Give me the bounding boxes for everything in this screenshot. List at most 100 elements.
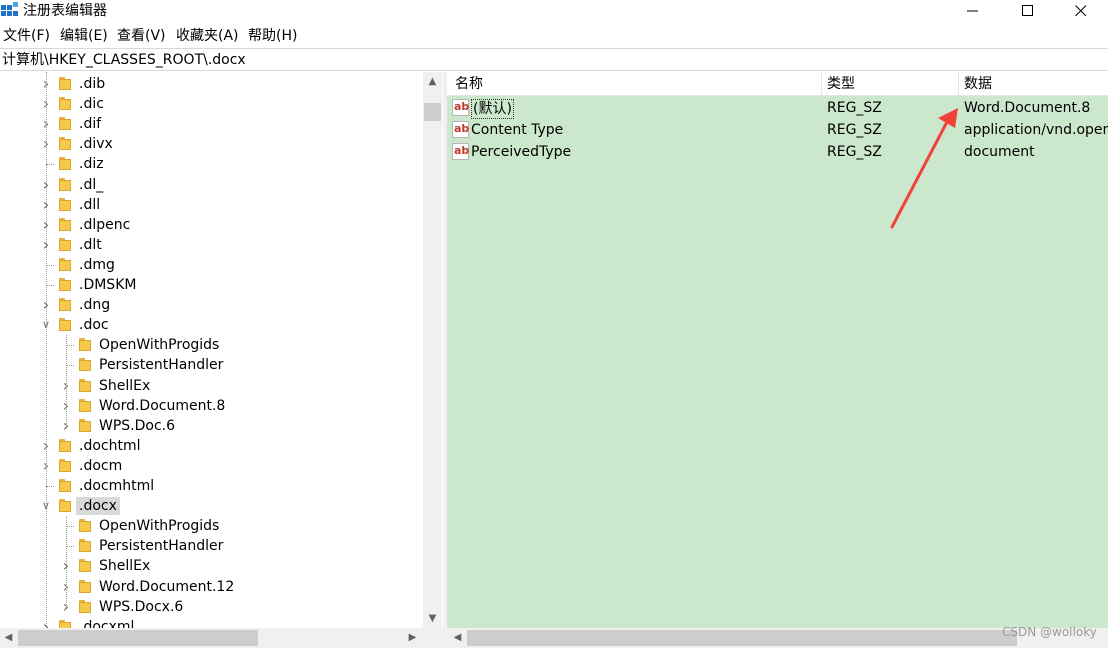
minimize-button[interactable] xyxy=(950,0,996,22)
tree-item[interactable]: PersistentHandler xyxy=(0,536,422,556)
value-row[interactable]: ab PerceivedType REG_SZ document xyxy=(447,141,1108,163)
tree-item-label[interactable]: .dng xyxy=(76,296,113,314)
tree-item-label[interactable]: .dochtml xyxy=(76,437,144,455)
tree-item[interactable]: › .dif xyxy=(0,114,422,134)
column-type-header[interactable]: 类型 xyxy=(827,76,855,93)
value-type: REG_SZ xyxy=(827,144,882,160)
value-row[interactable]: ab Content Type REG_SZ application/vnd.open… xyxy=(447,119,1108,141)
tree-item[interactable]: › Word.Document.8 xyxy=(0,396,422,416)
tree-item[interactable]: .docmhtml xyxy=(0,476,422,496)
tree-connector xyxy=(66,526,74,528)
menu-bar: 文件(F) 编辑(E) 查看(V) 收藏夹(A) 帮助(H) xyxy=(0,26,1108,46)
close-button[interactable] xyxy=(1058,0,1104,22)
tree-vertical-scrollbar[interactable]: ▲ ▼ xyxy=(423,72,442,628)
tree-item[interactable]: › WPS.Doc.6 xyxy=(0,416,422,436)
tree-item-label[interactable]: .doc xyxy=(76,316,112,334)
tree-item[interactable]: .DMSKM xyxy=(0,275,422,295)
tree-hscroll-thumb[interactable] xyxy=(18,630,258,646)
tree-item-label[interactable]: .docm xyxy=(76,457,125,475)
folder-icon xyxy=(79,398,93,412)
address-path[interactable]: 计算机\HKEY_CLASSES_ROOT\.docx xyxy=(2,52,246,69)
tree-item[interactable]: .dmg xyxy=(0,255,422,275)
tree-connector xyxy=(46,164,54,166)
string-value-icon: ab xyxy=(452,121,469,138)
tree-item-label[interactable]: .DMSKM xyxy=(76,276,139,294)
tree-item-label[interactable]: OpenWithProgids xyxy=(96,336,222,354)
tree-item[interactable]: › .dochtml xyxy=(0,436,422,456)
tree-item-label[interactable]: .docmhtml xyxy=(76,477,157,495)
tree-item[interactable]: › ShellEx xyxy=(0,556,422,576)
menu-file[interactable]: 文件(F) xyxy=(3,27,50,45)
menu-help[interactable]: 帮助(H) xyxy=(248,27,297,45)
tree-item[interactable]: › WPS.Docx.6 xyxy=(0,597,422,617)
tree-item[interactable]: › .dng xyxy=(0,295,422,315)
address-bar[interactable]: 计算机\HKEY_CLASSES_ROOT\.docx xyxy=(0,48,1108,71)
tree-item-label[interactable]: WPS.Docx.6 xyxy=(96,598,186,616)
tree-item-label[interactable]: WPS.Doc.6 xyxy=(96,417,178,435)
menu-edit[interactable]: 编辑(E) xyxy=(60,27,108,45)
tree-item-label[interactable]: Word.Document.12 xyxy=(96,578,237,596)
value-name[interactable]: PerceivedType xyxy=(471,143,571,161)
tree-item[interactable]: › .dl_ xyxy=(0,175,422,195)
tree-item-label[interactable]: .dl_ xyxy=(76,176,106,194)
tree-item-label[interactable]: ShellEx xyxy=(96,557,153,575)
tree-item[interactable]: .diz xyxy=(0,154,422,174)
tree-item-label[interactable]: .diz xyxy=(76,155,107,173)
minimize-icon xyxy=(967,10,978,12)
tree-item-label[interactable]: .dic xyxy=(76,95,107,113)
tree-item[interactable]: › .docm xyxy=(0,456,422,476)
tree-item-label[interactable]: .dib xyxy=(76,75,108,93)
tree-item-label[interactable]: Word.Document.8 xyxy=(96,397,228,415)
tree-item-label[interactable]: .divx xyxy=(76,135,116,153)
tree-item[interactable]: › Word.Document.12 xyxy=(0,577,422,597)
folder-icon xyxy=(59,237,73,251)
tree-item-label[interactable]: .dif xyxy=(76,115,104,133)
tree-item[interactable]: › .dlpenc xyxy=(0,215,422,235)
tree-item-label[interactable]: .dlt xyxy=(76,236,105,254)
folder-icon xyxy=(59,318,73,332)
tree-item[interactable]: › .divx xyxy=(0,134,422,154)
column-divider[interactable] xyxy=(958,72,959,96)
value-name[interactable]: (默认) xyxy=(471,99,514,119)
tree-item[interactable]: PersistentHandler xyxy=(0,355,422,375)
scroll-right-icon[interactable]: ▶ xyxy=(404,631,421,645)
tree-item[interactable]: › .dlt xyxy=(0,235,422,255)
values-hscroll-thumb[interactable] xyxy=(467,630,1017,646)
tree-item[interactable]: ∨ .docx xyxy=(0,496,422,516)
tree-connector xyxy=(46,486,54,487)
folder-icon xyxy=(79,559,93,573)
tree-item[interactable]: › .dic xyxy=(0,94,422,114)
menu-view[interactable]: 查看(V) xyxy=(117,27,166,45)
scroll-down-icon[interactable]: ▼ xyxy=(424,612,441,626)
tree-item[interactable]: OpenWithProgids xyxy=(0,516,422,536)
tree-item-label[interactable]: ShellEx xyxy=(96,377,153,395)
tree-item-label[interactable]: OpenWithProgids xyxy=(96,517,222,535)
tree-item-label[interactable]: PersistentHandler xyxy=(96,356,226,374)
value-row[interactable]: ab (默认) REG_SZ Word.Document.8 xyxy=(447,97,1108,119)
tree-item-label[interactable]: .dlpenc xyxy=(76,216,133,234)
tree-item[interactable]: OpenWithProgids xyxy=(0,335,422,355)
tree-item[interactable]: ∨ .doc xyxy=(0,315,422,335)
tree-item-label[interactable]: .dll xyxy=(76,196,103,214)
string-value-icon: ab xyxy=(452,99,469,116)
scroll-up-icon[interactable]: ▲ xyxy=(424,75,441,89)
folder-icon xyxy=(59,298,73,312)
column-name-header[interactable]: 名称 xyxy=(455,76,483,93)
menu-favorites[interactable]: 收藏夹(A) xyxy=(176,27,239,45)
maximize-button[interactable] xyxy=(1005,0,1051,22)
scroll-left-icon[interactable]: ◀ xyxy=(449,631,466,645)
tree-item-label[interactable]: PersistentHandler xyxy=(96,537,226,555)
column-data-header[interactable]: 数据 xyxy=(964,76,992,93)
tree-item[interactable]: › .dib xyxy=(0,74,422,94)
scroll-left-icon[interactable]: ◀ xyxy=(0,631,17,645)
registry-editor-icon xyxy=(1,2,18,16)
tree-item-label[interactable]: .dmg xyxy=(76,256,118,274)
tree-item-label[interactable]: .docx xyxy=(76,497,120,516)
tree-horizontal-scrollbar[interactable]: ◀ ▶ xyxy=(0,628,443,648)
tree-vscroll-thumb[interactable] xyxy=(424,103,441,121)
column-divider[interactable] xyxy=(821,72,822,96)
value-name[interactable]: Content Type xyxy=(471,121,563,139)
value-data: application/vnd.openxmlformats-officedoc… xyxy=(964,122,1108,138)
tree-item[interactable]: › ShellEx xyxy=(0,376,422,396)
tree-item[interactable]: › .dll xyxy=(0,195,422,215)
